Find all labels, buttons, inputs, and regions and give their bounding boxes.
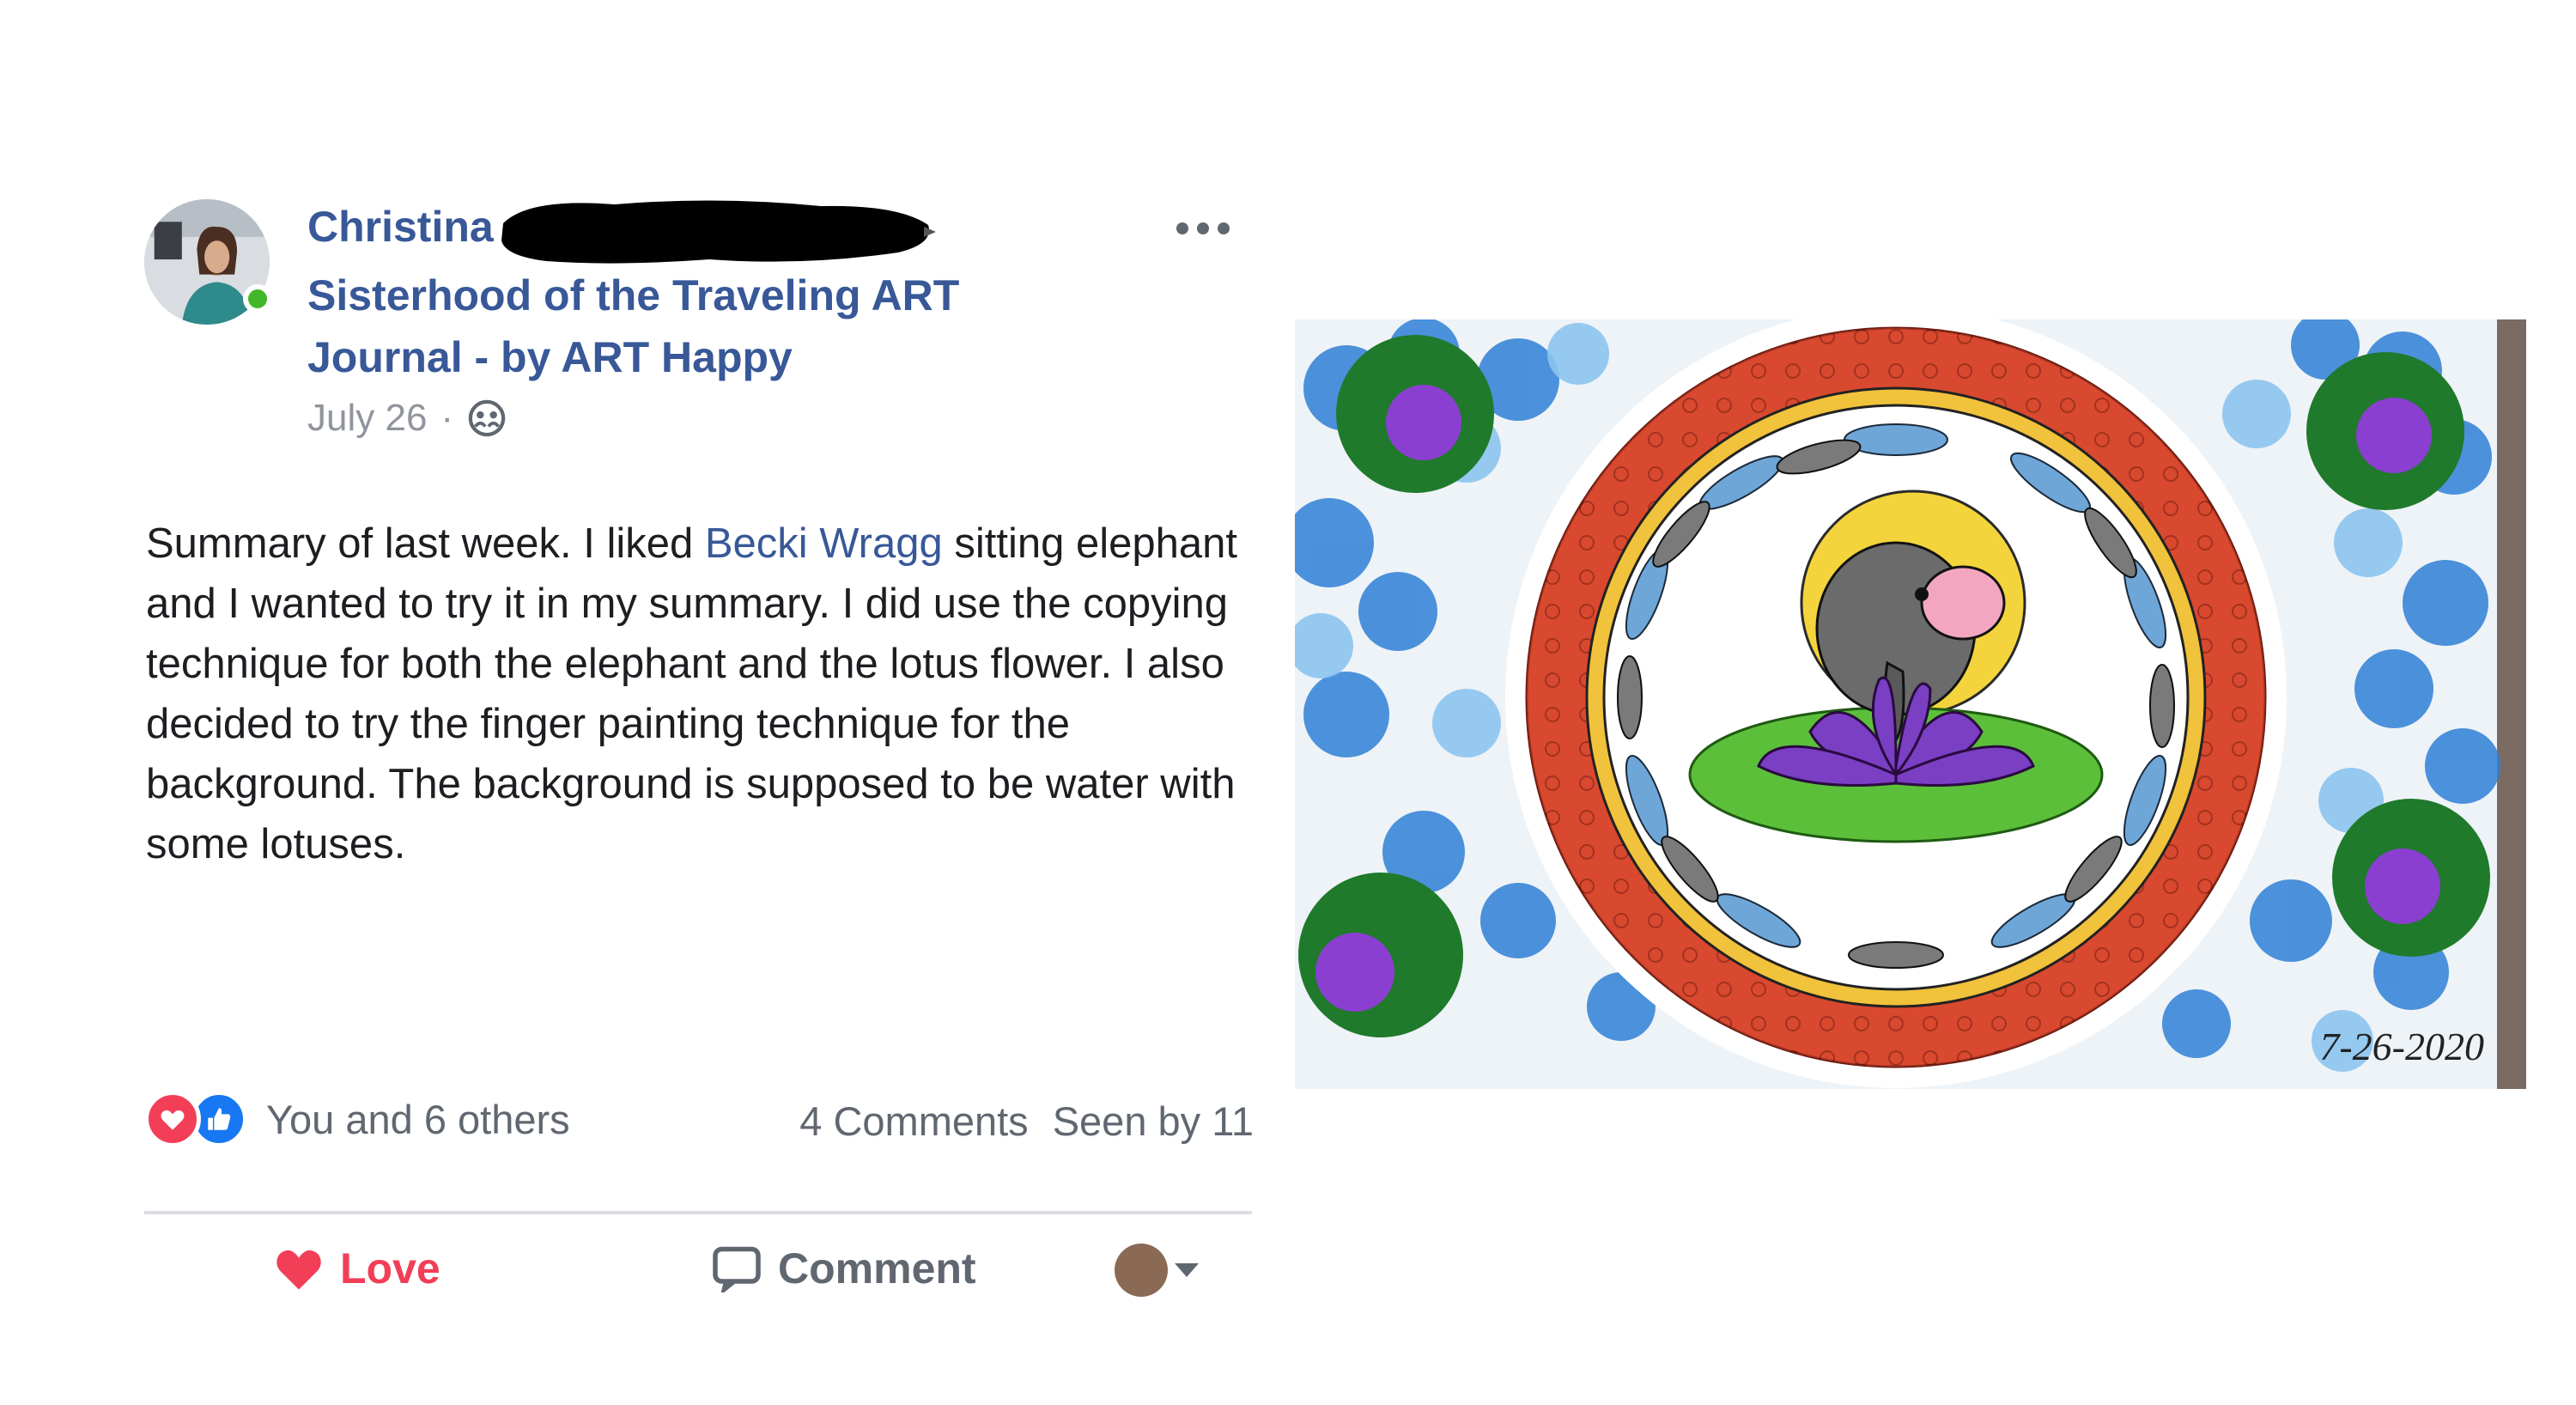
comment-icon: [713, 1246, 761, 1292]
online-status-indicator: [243, 284, 272, 313]
globe-icon: [468, 399, 506, 437]
meta-separator: ·: [440, 397, 454, 439]
mandala: [1505, 319, 2287, 1088]
comment-button[interactable]: Comment: [711, 1244, 976, 1293]
engagement-counts: 4 Comments Seen by 11: [799, 1098, 1254, 1145]
comment-button-label: Comment: [778, 1244, 976, 1292]
mention-link[interactable]: Becki Wragg: [705, 520, 943, 567]
group-name[interactable]: Sisterhood of the Traveling ART Journal …: [307, 265, 1080, 388]
post-date[interactable]: July 26: [307, 397, 427, 440]
artwork-date: 7-26-2020: [2319, 1025, 2484, 1068]
love-button-icon: [276, 1250, 321, 1290]
artwork-photo[interactable]: 7-26-2020: [1295, 319, 2526, 1089]
comments-count-link[interactable]: 4 Comments: [799, 1098, 1028, 1145]
more-options-icon[interactable]: [1176, 216, 1243, 240]
facebook-post: Christina Sisterhood of the Traveling AR…: [120, 172, 1254, 1297]
love-button[interactable]: Love: [273, 1244, 440, 1293]
post-meta: July 26 ·: [307, 397, 507, 440]
body-text-end: sitting elephant and I wanted to try it …: [146, 520, 1237, 867]
action-divider: [144, 1211, 1252, 1214]
author-name[interactable]: Christina: [307, 201, 494, 252]
audience-selector[interactable]: [1115, 1244, 1199, 1297]
artwork-image: 7-26-2020: [1295, 319, 2526, 1089]
post-actions: Love Comment: [144, 1237, 1252, 1297]
reaction-summary[interactable]: You and 6 others: [144, 1091, 570, 1147]
post-body: Summary of last week. I liked Becki Wrag…: [146, 514, 1245, 874]
body-text-start: Summary of last week. I liked: [146, 520, 705, 567]
seen-by-link[interactable]: Seen by 11: [1053, 1098, 1254, 1145]
redaction-scribble: [501, 200, 936, 264]
audience-caret-icon: [1175, 1263, 1199, 1277]
love-button-label: Love: [340, 1244, 440, 1292]
love-reaction-icon: [144, 1091, 201, 1147]
reaction-count-text: You and 6 others: [266, 1096, 570, 1142]
current-user-avatar: [1115, 1244, 1168, 1297]
